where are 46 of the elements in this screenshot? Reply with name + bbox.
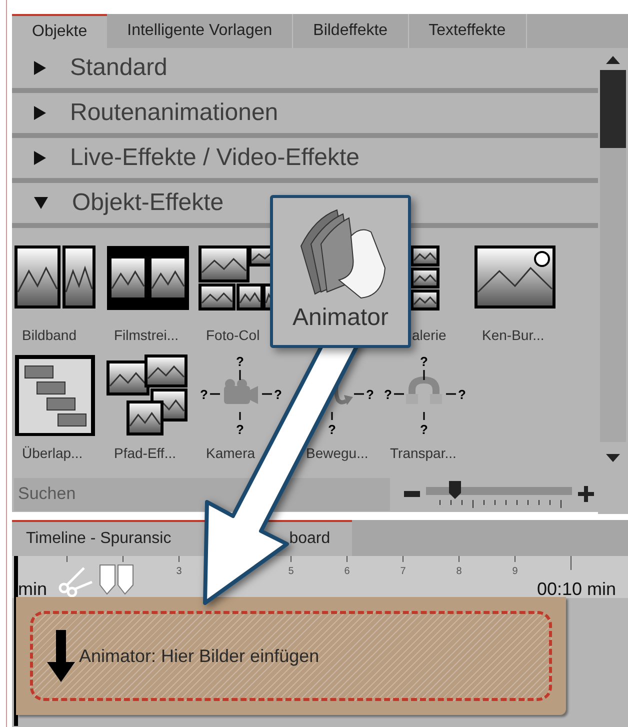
marker-icon[interactable] — [100, 564, 134, 595]
slider-thumb[interactable] — [449, 480, 462, 498]
question-mark: ? — [200, 387, 208, 402]
effect-item[interactable]: Überlap... — [14, 342, 106, 460]
question-mark: ? — [384, 387, 392, 402]
question-mark: ? — [420, 354, 428, 369]
kenburns-effect-icon — [474, 245, 558, 311]
down-arrow-icon — [47, 630, 75, 682]
plus-icon[interactable] — [578, 486, 594, 502]
question-mark: ? — [420, 422, 428, 436]
pfad-effect-icon — [106, 354, 190, 436]
section-header[interactable]: Live-Effekte / Video-Effekte — [12, 138, 598, 183]
drop-zone[interactable]: Animator: Hier Bilder einfügen — [30, 611, 552, 701]
tab[interactable]: Objekte — [12, 14, 108, 48]
tick-label: 6 — [344, 566, 350, 577]
question-mark: ? — [328, 422, 336, 436]
effect-item[interactable]: Ken-Bur... — [474, 228, 566, 342]
start-time: min — [18, 579, 48, 598]
question-mark: ? — [236, 354, 244, 369]
bildband-effect-icon — [14, 245, 98, 311]
question-mark: ? — [458, 387, 466, 402]
scrollbar-thumb[interactable] — [600, 70, 626, 148]
question-mark: ? — [366, 387, 374, 402]
effect-item[interactable]: Filmstrei... — [106, 228, 198, 342]
ueberlappung-effect-icon — [14, 354, 98, 436]
scroll-down-icon[interactable] — [606, 454, 620, 462]
pipe-icon — [406, 376, 442, 404]
filmstreifen-effect-icon — [106, 245, 190, 311]
effect-item[interactable]: Bildband — [14, 228, 106, 342]
section-header[interactable]: Standard — [12, 48, 598, 93]
clip-label: Animator: Hier Bilder einfügen — [79, 644, 320, 668]
animator-clip[interactable]: Animator: Hier Bilder einfügen — [16, 597, 566, 715]
tick-label: 9 — [512, 566, 518, 577]
tick-label: 3 — [176, 566, 182, 577]
question-mark: ? — [236, 422, 244, 436]
camera-icon — [224, 379, 258, 404]
scroll-up-icon[interactable] — [606, 56, 620, 64]
tick-label: 7 — [400, 566, 406, 577]
tick-label: 5 — [288, 566, 294, 577]
section-header[interactable]: Routenanimationen — [12, 93, 598, 138]
end-time: 00:10 min — [536, 579, 616, 598]
effect-item[interactable]: Pfad-Eff... — [106, 342, 198, 460]
tooltip-label: Animator — [292, 306, 389, 330]
tick-label: 8 — [456, 566, 462, 577]
question-mark: ? — [274, 387, 282, 402]
effect-item[interactable]: ? ? ? ? Transpar... — [382, 342, 474, 460]
